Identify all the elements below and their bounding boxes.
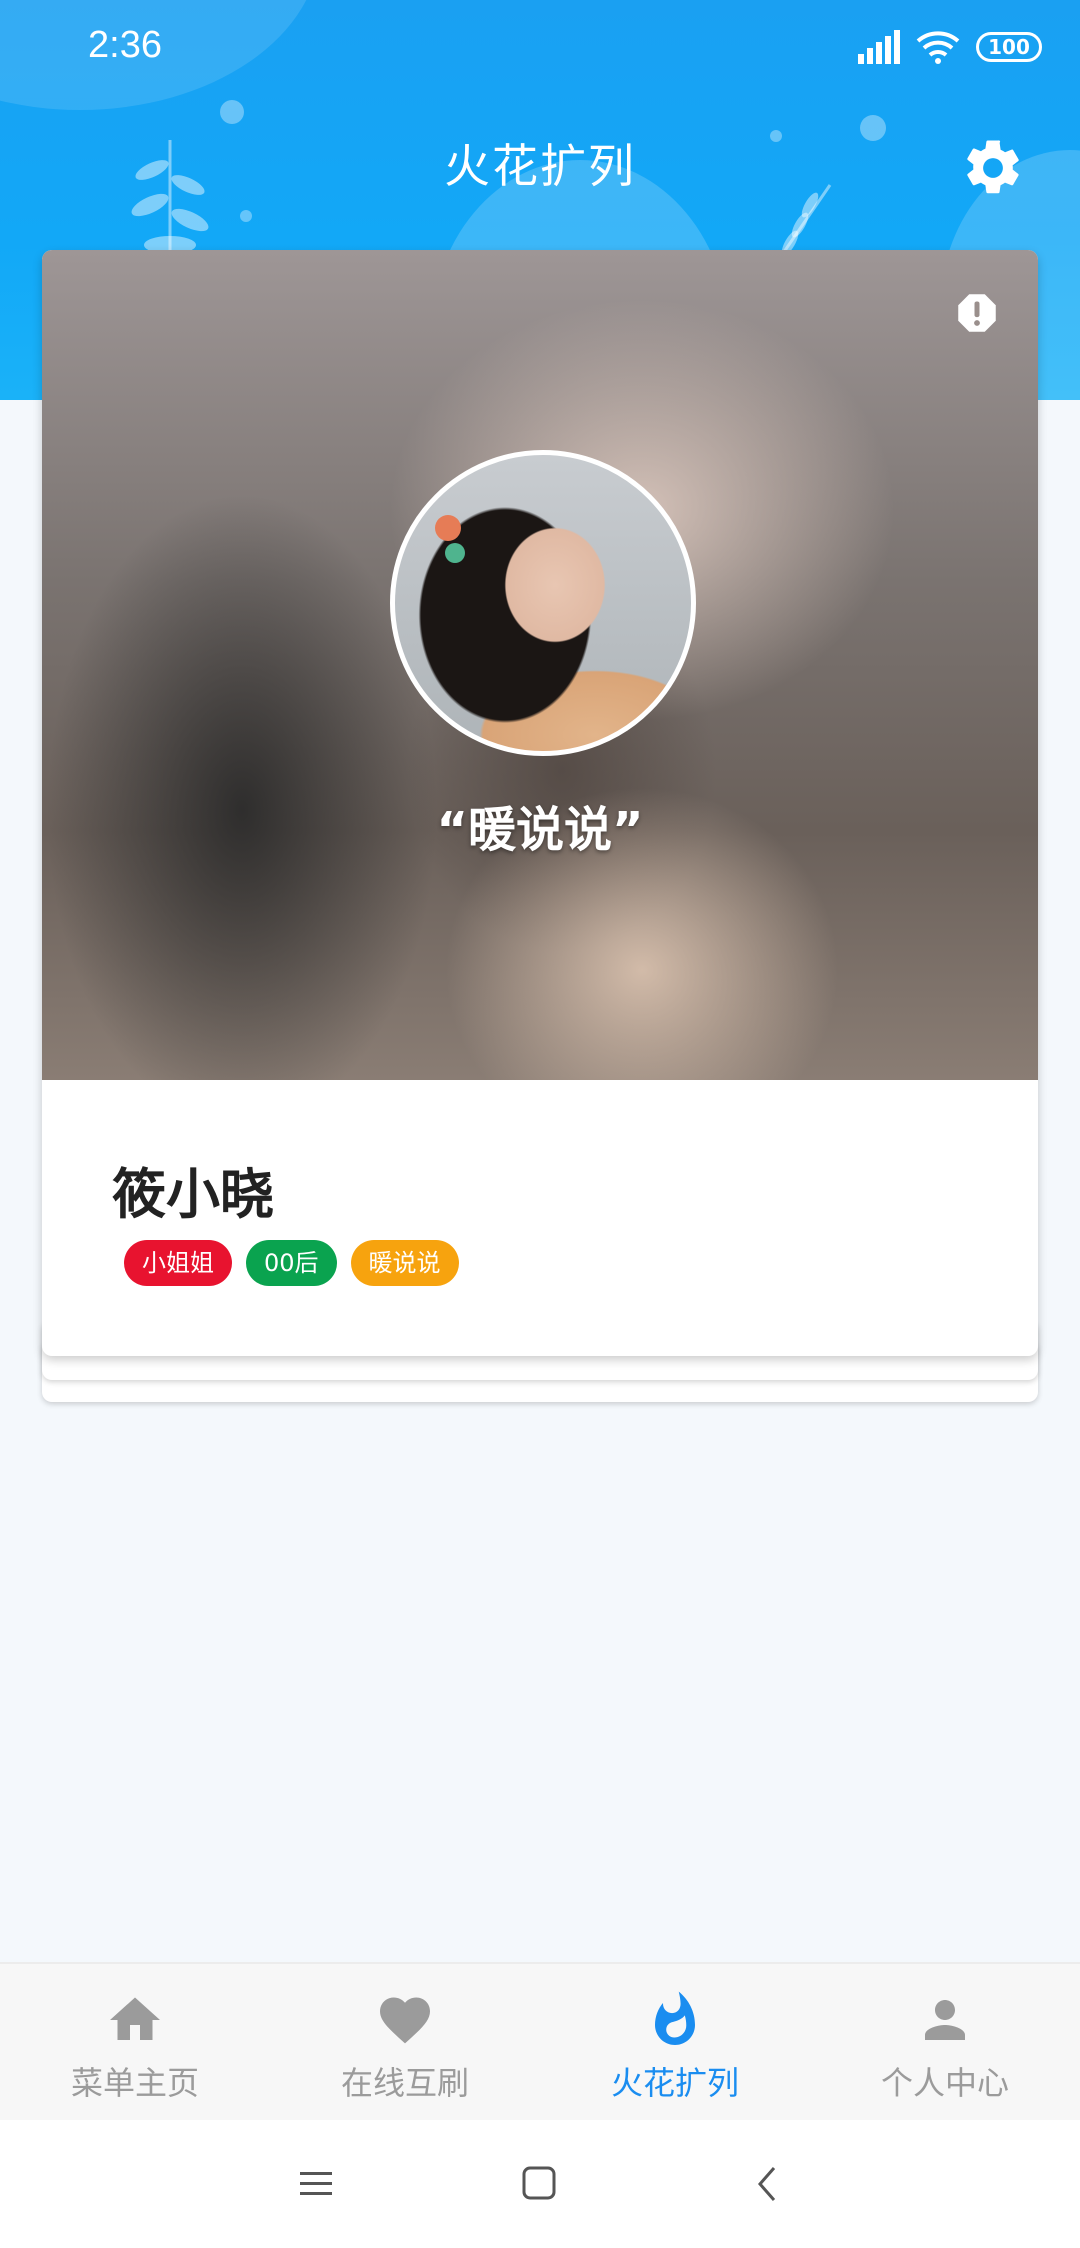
decor-dot <box>220 100 244 124</box>
avatar-detail <box>445 543 465 563</box>
nav-label: 在线互刷 <box>340 2064 469 2102</box>
profile-card[interactable]: “暖说说” 筱小晓 小姐姐 00后 暖说说 <box>42 250 1038 1356</box>
signal-icon <box>858 30 900 64</box>
menu-lines-icon[interactable] <box>296 2162 340 2206</box>
tag-badge: 暖说说 <box>350 1240 459 1286</box>
home-icon <box>110 1997 160 2040</box>
avatar[interactable] <box>390 450 696 756</box>
tag-badge: 小姐姐 <box>124 1240 232 1286</box>
profile-tags: 小姐姐 00后 暖说说 <box>124 1240 459 1286</box>
nav-label: 个人中心 <box>880 2064 1009 2102</box>
status-time: 2:36 <box>88 24 162 66</box>
report-alert-icon[interactable] <box>952 288 1002 338</box>
settings-gear-icon[interactable] <box>960 135 1026 201</box>
status-icons: 100 <box>858 30 1042 64</box>
nav-item-spark[interactable]: 火花扩列 <box>540 1964 810 2120</box>
flame-icon <box>655 1991 695 2045</box>
nav-label: 菜单主页 <box>70 2064 199 2102</box>
home-square-icon[interactable] <box>518 2162 562 2206</box>
back-chevron-icon[interactable] <box>746 2162 790 2206</box>
nav-label: 火花扩列 <box>610 2064 739 2102</box>
profile-name: 筱小晓 <box>112 1163 274 1226</box>
system-nav-bar <box>0 2120 1080 2248</box>
profile-quote: “暖说说” <box>436 802 644 858</box>
decor-dot <box>240 210 252 222</box>
battery-indicator: 100 <box>976 32 1042 62</box>
page-title: 火花扩列 <box>444 139 636 193</box>
avatar-detail <box>435 515 461 541</box>
heart-icon <box>380 1997 430 2044</box>
nav-item-online-swap[interactable]: 在线互刷 <box>270 1964 540 2120</box>
person-icon <box>925 2000 965 2040</box>
bottom-nav: 菜单主页 在线互刷 火花扩列 个人中心 <box>0 1962 1080 2120</box>
nav-item-home[interactable]: 菜单主页 <box>0 1964 270 2120</box>
tag-badge: 00后 <box>246 1240 337 1286</box>
nav-item-profile[interactable]: 个人中心 <box>810 1964 1080 2120</box>
wifi-icon <box>916 31 960 64</box>
